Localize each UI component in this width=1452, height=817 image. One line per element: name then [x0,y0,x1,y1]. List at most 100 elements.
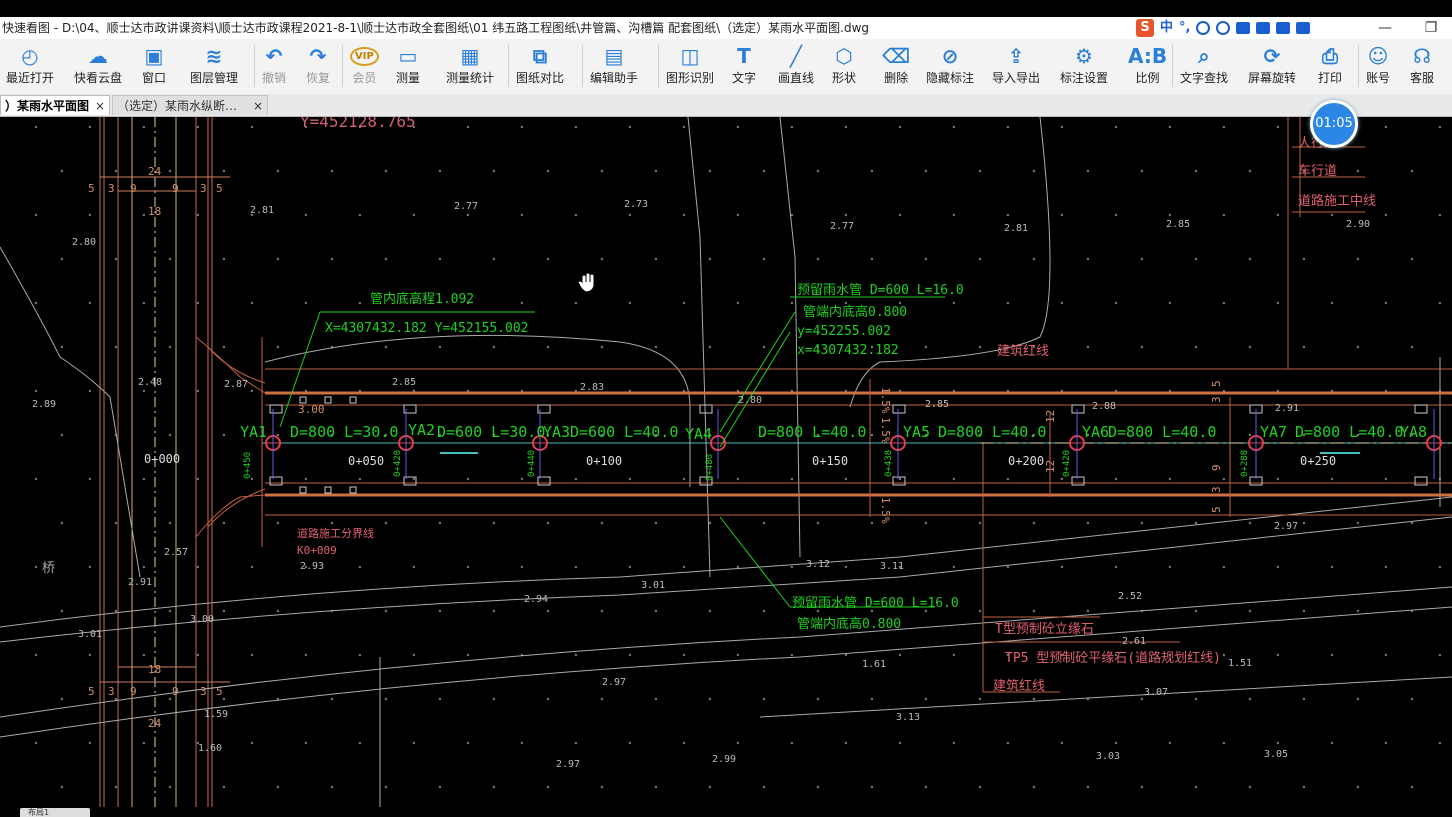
microphone-icon[interactable] [1216,21,1231,35]
tab-rain-profile[interactable]: （选定）某雨水纵断… × [112,95,268,115]
grid-dot [978,785,982,789]
grid-dot [762,609,766,613]
grid-dot [1086,345,1090,349]
toolbar-label: 撤销 [262,71,287,85]
grid-dot [1248,169,1252,173]
grid-menu-icon[interactable] [1296,22,1311,34]
toolbar-shape-recognize-button[interactable]: ◫ 图形识别 [666,43,714,91]
toolbar-ruler-button[interactable]: ▭ 测量 [396,43,420,91]
toolbar-scale-button[interactable]: A:B 比例 [1128,43,1167,91]
annotation-settings-icon: ⚙ [1075,44,1093,68]
toolbar-text-search-button[interactable]: ⌕ 文字查找 [1180,43,1228,91]
toolbar-rotate-screen-button[interactable]: ⟳ 屏幕旋转 [1248,43,1296,91]
grid-dot [88,477,92,481]
toolbar-account-button[interactable]: ☺ 账号 [1366,43,1390,91]
grid-dot [870,169,874,173]
grid-dot [1356,521,1360,525]
toolbar-redo-button[interactable]: ↷ 恢复 [306,43,330,91]
grid-dot [114,345,118,349]
emoji-icon[interactable] [1196,21,1211,35]
grid-dot [1032,609,1036,613]
toolbar-vip-button[interactable]: VIP 会员 [350,43,379,91]
tab-rain-plan[interactable]: ）某雨水平面图 × [0,95,110,115]
grid-dot [654,609,658,613]
grid-dot [304,653,308,657]
toolbar-label: 导入导出 [992,71,1041,85]
toolbar-layers-button[interactable]: ≋ 图层管理 [190,43,238,91]
minimize-button[interactable]: — [1370,17,1400,39]
dim-label: 3 [108,685,115,698]
grid-dot [438,169,442,173]
layout-tab[interactable]: 布局1 [20,808,90,817]
grid-dot [60,169,64,173]
toolbar-window-button[interactable]: ▣ 窗口 [142,43,166,91]
grid-dot [60,345,64,349]
tab-close-icon[interactable]: × [95,96,105,116]
grid-dot [1060,477,1064,481]
toolbar-shape-button[interactable]: ⬡ 形状 [832,43,856,91]
toolbar-measure-stats-button[interactable]: ▦ 测量统计 [446,43,494,91]
grid-dot [1248,345,1252,349]
grid-dot [898,653,902,657]
toolbar-line-button[interactable]: ╱ 画直线 [778,43,814,91]
grid-dot [1438,653,1442,657]
toolbar-cloud-button[interactable]: ☁ 快看云盘 [74,43,122,91]
toolbar-annotation-settings-button[interactable]: ⚙ 标注设置 [1060,43,1108,91]
keyboard-icon[interactable] [1236,22,1251,34]
tab-close-icon[interactable]: × [253,96,263,116]
toolbar-compare-button[interactable]: ⧉ 图纸对比 [516,43,564,91]
grid-dot [600,521,604,525]
pipe-label: D=600 L=40.0 [570,423,678,441]
ime-language[interactable]: 中 [1160,17,1173,39]
grid-dot [250,653,254,657]
toolbar-eraser-button[interactable]: ⌫ 删除 [882,43,910,91]
grid-dot [1194,697,1198,701]
grid-dot [384,785,388,789]
grid-dot [924,785,928,789]
station-label: 0+000 [144,452,180,466]
toolbar-label: 删除 [884,71,909,85]
toolbar-text-button[interactable]: T 文字 [732,43,756,91]
elevation: 2.73 [624,199,648,210]
inlet-box [349,486,357,494]
grid-dot [1356,609,1360,613]
elevation: 2.85 [392,377,416,388]
grid-dot [276,521,280,525]
grid-dot [1060,213,1064,217]
drawing-canvas[interactable]: 5 3 9 9 3 5 24 18 18 5 3 9 9 3 5 24 Y=45… [0,112,1452,807]
slope-label: 1.5% [879,497,892,524]
toolbar-label: 测量统计 [446,71,495,85]
grid-dot [1222,477,1226,481]
grid-dot [358,653,362,657]
toolbar-label: 窗口 [142,71,167,85]
grid-dot [1248,521,1252,525]
redo-icon: ↷ [309,44,327,68]
grid-dot [520,213,524,217]
toolbar-hide-annotation-button[interactable]: ⊘ 隐藏标注 [926,43,974,91]
grid-dot [952,125,956,129]
skin-icon[interactable] [1256,22,1271,34]
inlet-box [1414,476,1428,486]
recording-timer[interactable]: 01:05 [1310,100,1358,148]
grid-dot [222,345,226,349]
toolbar-clock-button[interactable]: ◴ 最近打开 [6,43,54,91]
toolbar-headset-button[interactable]: ☊ 客服 [1410,43,1434,91]
text-icon: T [737,44,751,68]
grid-dot [708,697,712,701]
rotate-screen-icon: ⟳ [1263,44,1281,68]
grid-dot [34,213,38,217]
toolbar-edit-assistant-button[interactable]: ▤ 编辑助手 [590,43,638,91]
toolbar-import-export-button[interactable]: ⇪ 导入导出 [992,43,1040,91]
elevation: 3.12 [806,559,830,570]
grid-dot [870,521,874,525]
restore-button[interactable]: ❐ [1416,17,1446,39]
grid-dot [88,213,92,217]
elevation: 2.85 [1166,219,1190,230]
toolbar-printer-button[interactable]: ⎙ 打印 [1318,43,1342,91]
shirt-icon[interactable] [1276,22,1291,34]
dim-label: 9 [130,685,137,698]
ime-toolbar[interactable]: S 中 °, [1136,17,1311,39]
ime-punct[interactable]: °, [1179,17,1190,39]
grid-dot [60,433,64,437]
toolbar-undo-button[interactable]: ↶ 撤销 [262,43,286,91]
